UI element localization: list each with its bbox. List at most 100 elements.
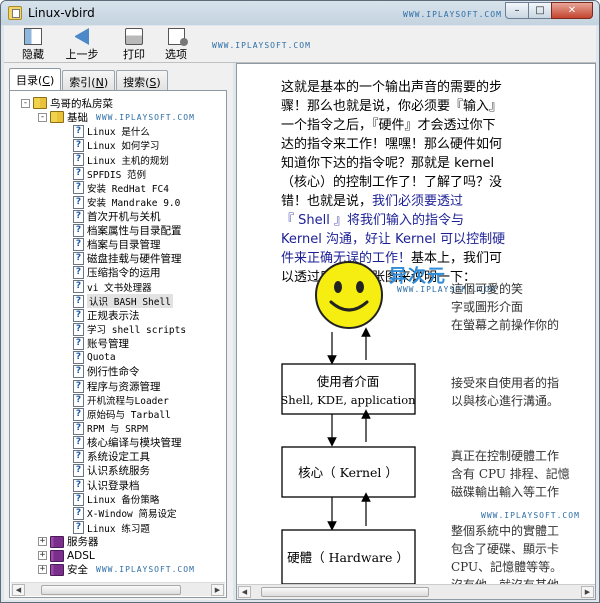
tree-item[interactable]: ? 核心编译与模块管理	[73, 436, 182, 450]
tree-item[interactable]: ? 程序与资源管理	[73, 379, 161, 393]
paragraph-line: 骤！那么也就是说，你必须要『输入』	[281, 99, 503, 114]
help-page-icon: ?	[73, 478, 84, 492]
tree-item-label: 认识系统服务	[87, 465, 150, 478]
help-page-icon: ?	[73, 506, 84, 520]
tree-item-label: 原始码与 Tarball	[87, 410, 171, 422]
content-horizontal-scrollbar[interactable]: ◀ ▶	[237, 584, 595, 599]
tree-item[interactable]: ? vi 文书处理器	[73, 280, 152, 294]
help-page-icon: ?	[73, 337, 84, 351]
tab-index[interactable]: 索引(N)	[62, 70, 116, 90]
tree-item[interactable]: ? 首次开机与关机	[73, 209, 161, 223]
scroll-right-icon[interactable]: ▶	[581, 586, 594, 598]
expand-icon[interactable]: +	[38, 565, 47, 575]
tree-node-collapsed[interactable]: + ADSL	[38, 549, 95, 563]
close-button[interactable]: ✕	[551, 2, 593, 19]
side-note: 磁碟輸出輸入等工作	[451, 485, 560, 499]
help-page-icon: ?	[73, 266, 84, 280]
watermark: WWW.IPLAYSOFT.COM	[96, 565, 195, 575]
tree-item[interactable]: ? 安装 Mandrake 9.0	[73, 195, 180, 209]
tree-horizontal-scrollbar[interactable]: ◀ ▶	[11, 582, 225, 596]
scroll-left-icon[interactable]: ◀	[12, 584, 25, 596]
tree-node-basics[interactable]: - 基础 WWW.IPLAYSOFT.COM	[38, 110, 195, 124]
tree-item[interactable]: ? 例行性命令	[73, 365, 140, 379]
tree-item[interactable]: ? SPFDIS 范例	[73, 167, 146, 181]
box-label: 核心（ Kernel ）	[298, 465, 398, 480]
tree-item[interactable]: ? 账号管理	[73, 337, 129, 351]
box-label: 使用者介面	[317, 374, 380, 389]
paragraph-line: 这就是基本的一个输出声音的需要的步	[281, 80, 503, 95]
book-open-icon	[33, 97, 47, 109]
tree-item[interactable]: ? 档案属性与目录配置	[73, 223, 182, 237]
scroll-left-icon[interactable]: ◀	[238, 586, 251, 598]
help-viewer-window: Linux-vbird WWW.IPLAYSOFT.COM – □ ✕ 隐藏 上…	[0, 0, 600, 603]
expand-icon[interactable]: +	[38, 551, 47, 561]
collapse-icon[interactable]: -	[21, 98, 30, 108]
tree-item[interactable]: ? 原始码与 Tarball	[73, 407, 171, 421]
help-page-icon: ?	[73, 153, 84, 167]
help-page-icon: ?	[73, 379, 84, 393]
tab-index-key: N	[95, 76, 104, 89]
expand-icon[interactable]: +	[38, 537, 47, 547]
scroll-thumb[interactable]	[41, 585, 181, 595]
scroll-right-icon[interactable]: ▶	[211, 584, 224, 596]
tree-item[interactable]: ? 磁盘挂载与硬件管理	[73, 252, 182, 266]
tree-item[interactable]: ? 开机流程与Loader	[73, 393, 169, 407]
tree-item[interactable]: ? 认识系统服务	[73, 464, 150, 478]
tree-item[interactable]: ? 正规表示法	[73, 308, 140, 322]
tree-item[interactable]: ? Linux 是什么	[73, 124, 150, 138]
tree-item[interactable]: ? Linux 备份策略	[73, 492, 159, 506]
tree-item-label: Quota	[87, 352, 116, 364]
help-page-icon: ?	[73, 407, 84, 421]
tab-search-label: 搜索	[123, 76, 146, 89]
contents-tree[interactable]: - 鸟哥的私房菜 - 基础 WWW.IPLAYSOFT.COM? Linux 是什么? Li…	[9, 90, 227, 598]
tree-item[interactable]: ? 档案与目录管理	[73, 238, 161, 252]
tab-contents[interactable]: 目录(C)	[9, 68, 62, 90]
side-note: 接受來自使用者的指	[451, 376, 560, 390]
back-arrow-icon	[75, 28, 89, 45]
collapse-icon[interactable]: -	[38, 112, 47, 122]
tree-item[interactable]: ? Quota	[73, 351, 116, 365]
tree-item[interactable]: ? 安装 RedHat FC4	[73, 181, 169, 195]
tree-item[interactable]: ? RPM 与 SRPM	[73, 421, 148, 435]
hide-button[interactable]: 隐藏	[18, 28, 48, 62]
tree-node-collapsed[interactable]: + 安全 WWW.IPLAYSOFT.COM	[38, 563, 195, 577]
box-label: 硬體（ Hardware ）	[287, 550, 409, 565]
back-button[interactable]: 上一步	[62, 28, 102, 62]
tab-search[interactable]: 搜索(S)	[116, 70, 168, 90]
tree-node-collapsed[interactable]: + 服务器	[38, 535, 99, 549]
tree-item-label: 基础	[67, 111, 88, 124]
tree-item[interactable]: ? 学习 shell scripts	[73, 322, 186, 336]
tree-item[interactable]: ? 认识 BASH Shell	[73, 294, 173, 309]
help-page-icon: ?	[73, 492, 84, 506]
side-note: 包含了硬碟、顯示卡	[451, 542, 560, 556]
help-page-icon: ?	[73, 124, 84, 138]
tree-item-label: 安全	[67, 564, 88, 577]
tree-item[interactable]: ? 系统设定工具	[73, 450, 150, 464]
options-button[interactable]: 选项	[158, 28, 194, 62]
tree-item[interactable]: ? Linux 如何学习	[73, 138, 159, 152]
tree-item[interactable]: ? X-Window 简易设定	[73, 506, 176, 520]
scroll-thumb[interactable]	[261, 587, 429, 597]
help-page-icon: ?	[73, 280, 84, 294]
print-button[interactable]: 打印	[119, 28, 149, 62]
minimize-button[interactable]: –	[505, 2, 529, 19]
tree-item[interactable]: ? Linux 主机的规划	[73, 153, 169, 167]
maximize-button[interactable]: □	[528, 2, 552, 19]
book-closed-icon	[50, 563, 64, 576]
help-page-icon: ?	[73, 322, 84, 336]
help-page-icon: ?	[73, 450, 84, 464]
tree-item-label: RPM 与 SRPM	[87, 424, 148, 436]
highlighted-line: Kernel 沟通，好让 Kernel 可以控制硬	[281, 232, 506, 247]
tree-item[interactable]: ? 认识登录档	[73, 478, 140, 492]
help-page-icon: ?	[73, 195, 84, 209]
tree-item-label: 学习 shell scripts	[87, 325, 187, 337]
tree-item-label: Linux 主机的规划	[87, 155, 169, 167]
close-icon: ✕	[567, 4, 577, 16]
back-label: 上一步	[65, 48, 99, 61]
tree-item[interactable]: ? 压缩指令的运用	[73, 266, 161, 280]
tree-item-label: 开机流程与Loader	[87, 396, 169, 408]
title-bar[interactable]: Linux-vbird WWW.IPLAYSOFT.COM – □ ✕	[1, 1, 599, 25]
tree-item-label: 核心编译与模块管理	[87, 437, 182, 450]
tree-item[interactable]: ? Linux 练习题	[73, 521, 150, 535]
tree-root[interactable]: - 鸟哥的私房菜	[21, 96, 113, 110]
